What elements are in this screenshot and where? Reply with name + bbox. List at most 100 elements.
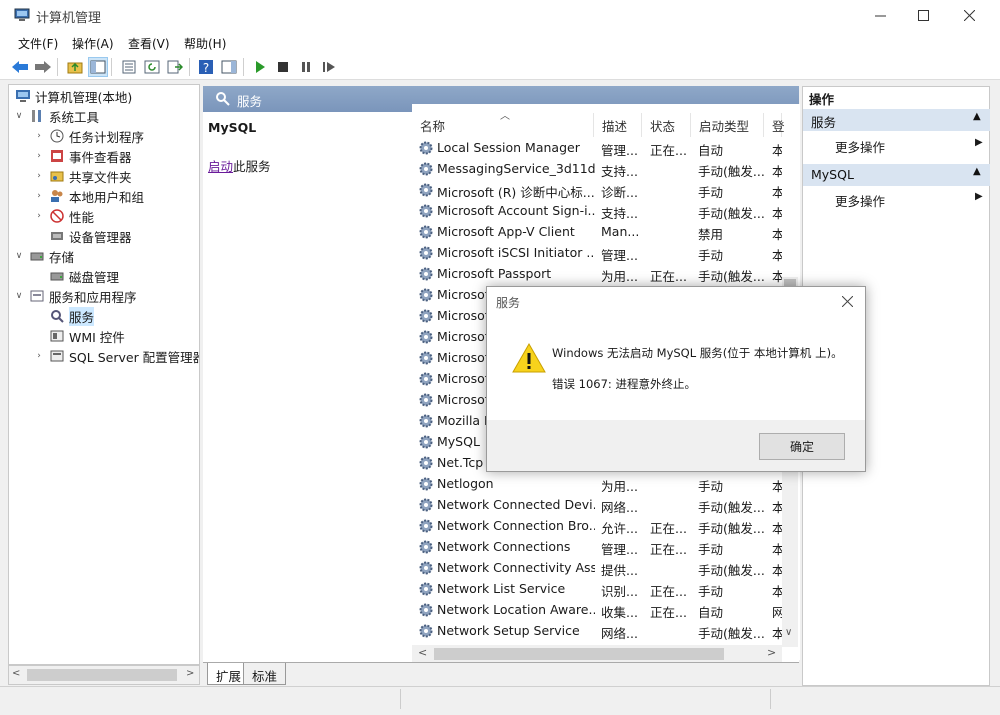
dialog-close-icon[interactable]	[842, 296, 853, 307]
collapse-icon[interactable]: ▲	[973, 111, 981, 122]
tree-local-users[interactable]: › 本地用户和组	[33, 186, 144, 206]
tools-icon	[29, 108, 45, 124]
table-row[interactable]: Microsoft Account Sign-i... 支持... 手动(触发...…	[416, 200, 782, 221]
table-row[interactable]: Microsoft (R) 诊断中心标... 诊断... 手动 本	[416, 179, 782, 200]
tree-device-manager[interactable]: 设备管理器	[45, 226, 132, 246]
service-name: MessagingService_3d11d...	[437, 161, 595, 176]
service-logon: 本	[772, 269, 782, 284]
column-header-logon[interactable]: 登	[764, 113, 785, 137]
chevron-down-icon[interactable]: ∨	[13, 291, 25, 301]
table-row[interactable]: Microsoft Passport 为用... 正在... 手动(触发... 本	[416, 263, 782, 284]
scroll-left-icon[interactable]: <	[12, 668, 20, 679]
help-button[interactable]: ?	[196, 57, 216, 77]
tree-horizontal-scrollbar[interactable]: < >	[8, 665, 200, 685]
tree-event-viewer[interactable]: › 事件查看器	[33, 146, 131, 166]
menu-help[interactable]: 帮助(H)	[184, 35, 226, 52]
column-header-desc[interactable]: 描述	[594, 113, 642, 137]
table-row[interactable]: Network Setup Service 网络... 手动(触发... 本	[416, 620, 782, 641]
chevron-right-icon[interactable]: ›	[33, 211, 45, 221]
table-row[interactable]: Microsoft iSCSI Initiator ... 管理... 手动 本	[416, 242, 782, 263]
tree-shared-folders[interactable]: › 共享文件夹	[33, 166, 131, 186]
start-service-link[interactable]: 启动	[208, 159, 233, 174]
action-pane-button[interactable]	[219, 57, 239, 77]
service-name: Microsoft Account Sign-i...	[437, 203, 595, 218]
service-desc: 允许...	[601, 521, 638, 536]
minimize-button[interactable]	[857, 0, 903, 31]
scroll-right-icon[interactable]: >	[186, 668, 194, 679]
tree-disk-management[interactable]: 磁盘管理	[45, 266, 119, 286]
chevron-down-icon[interactable]: ∨	[13, 251, 25, 261]
properties-button[interactable]	[119, 57, 139, 77]
service-desc: 收集...	[601, 605, 638, 620]
scrollbar-thumb[interactable]	[27, 669, 177, 681]
tree-services[interactable]: 服务	[45, 306, 95, 326]
column-header-name[interactable]: 名称	[412, 113, 594, 137]
start-service-button[interactable]	[250, 57, 270, 77]
ok-button[interactable]: 确定	[759, 433, 845, 460]
column-header-status[interactable]: 状态	[642, 113, 691, 137]
list-horizontal-scrollbar[interactable]: < >	[412, 645, 782, 663]
table-row[interactable]: Network List Service 识别... 正在... 手动 本	[416, 578, 782, 599]
table-row[interactable]: Network Connections 管理... 正在... 手动 本	[416, 536, 782, 557]
service-startup: 手动	[698, 584, 724, 599]
tab-standard[interactable]: 标准	[243, 663, 287, 685]
refresh-button[interactable]	[142, 57, 162, 77]
more-actions-services[interactable]: 更多操作	[835, 137, 885, 156]
scrollbar-thumb[interactable]	[434, 648, 724, 660]
table-row[interactable]: MessagingService_3d11d... 支持... 手动(触发... 本	[416, 158, 782, 179]
tree-storage[interactable]: ∨ 存储	[13, 246, 74, 266]
export-list-button[interactable]	[165, 57, 185, 77]
chevron-right-icon[interactable]: ›	[33, 171, 45, 181]
tree-performance[interactable]: › 性能	[33, 206, 94, 226]
close-button[interactable]	[946, 0, 992, 31]
chevron-right-icon[interactable]: ›	[33, 131, 45, 141]
tree-task-scheduler[interactable]: › 任务计划程序	[33, 126, 144, 146]
tree-wmi[interactable]: WMI 控件	[45, 326, 125, 346]
menu-action[interactable]: 操作(A)	[72, 35, 114, 52]
maximize-button[interactable]	[900, 0, 946, 31]
chevron-right-icon[interactable]: ›	[33, 151, 45, 161]
menu-file[interactable]: 文件(F)	[18, 35, 58, 52]
gear-icon	[419, 393, 433, 407]
table-row[interactable]: Netlogon 为用... 手动 本	[416, 473, 782, 494]
chevron-down-icon[interactable]: ∨	[13, 111, 25, 121]
restart-service-button[interactable]	[319, 57, 339, 77]
computer-management-icon	[14, 8, 30, 21]
service-logon: 本	[772, 164, 782, 179]
table-row[interactable]: Network Connection Bro... 允许... 正在... 手动(触发…	[416, 515, 782, 536]
tree-services-apps[interactable]: ∨ 服务和应用程序	[13, 286, 137, 306]
table-row[interactable]: Network Connected Devi... 网络... 手动(触发... 本	[416, 494, 782, 515]
scroll-down-icon[interactable]: ∨	[785, 627, 792, 638]
forward-button[interactable]	[33, 57, 53, 77]
menu-view[interactable]: 查看(V)	[128, 35, 170, 52]
scroll-right-icon[interactable]: >	[767, 646, 776, 659]
table-row[interactable]: Network Connectivity Ass... 提供... 手动(触发...…	[416, 557, 782, 578]
table-row[interactable]: Network Location Aware... 收集... 正在... 自动 网	[416, 599, 782, 620]
pause-service-button[interactable]	[296, 57, 316, 77]
collapse-icon[interactable]: ▲	[973, 166, 981, 177]
dialog-title: 服务	[496, 296, 521, 310]
service-desc: 支持...	[601, 164, 638, 179]
up-folder-button[interactable]	[65, 57, 85, 77]
stop-service-button[interactable]	[273, 57, 293, 77]
service-status: 正在...	[650, 269, 687, 284]
chevron-right-icon[interactable]: ›	[33, 351, 45, 361]
tree-system-tools[interactable]: ∨ 系统工具	[13, 106, 99, 126]
export-icon	[167, 60, 183, 74]
chevron-right-icon[interactable]: ›	[33, 191, 45, 201]
more-actions-mysql[interactable]: 更多操作	[835, 191, 885, 210]
table-row[interactable]: Local Session Manager 管理... 正在... 自动 本	[416, 137, 782, 158]
gear-icon	[419, 225, 433, 239]
service-desc: 支持...	[601, 206, 638, 221]
back-button[interactable]	[10, 57, 30, 77]
column-header-startup[interactable]: 启动类型	[691, 113, 764, 137]
actions-section-mysql[interactable]: MySQL ▲	[803, 164, 990, 186]
tree-label: 系统工具	[49, 109, 100, 125]
actions-section-services[interactable]: 服务 ▲	[803, 109, 990, 131]
selected-service-name: MySQL	[208, 120, 257, 135]
tree-sql-server[interactable]: › SQL Server 配置管理器	[33, 346, 199, 366]
scroll-left-icon[interactable]: <	[418, 646, 427, 659]
show-hide-tree-button[interactable]	[88, 57, 108, 77]
table-row[interactable]: Microsoft App-V Client Man... 禁用 本	[416, 221, 782, 242]
tree-root[interactable]: 计算机管理(本地)	[11, 86, 132, 106]
